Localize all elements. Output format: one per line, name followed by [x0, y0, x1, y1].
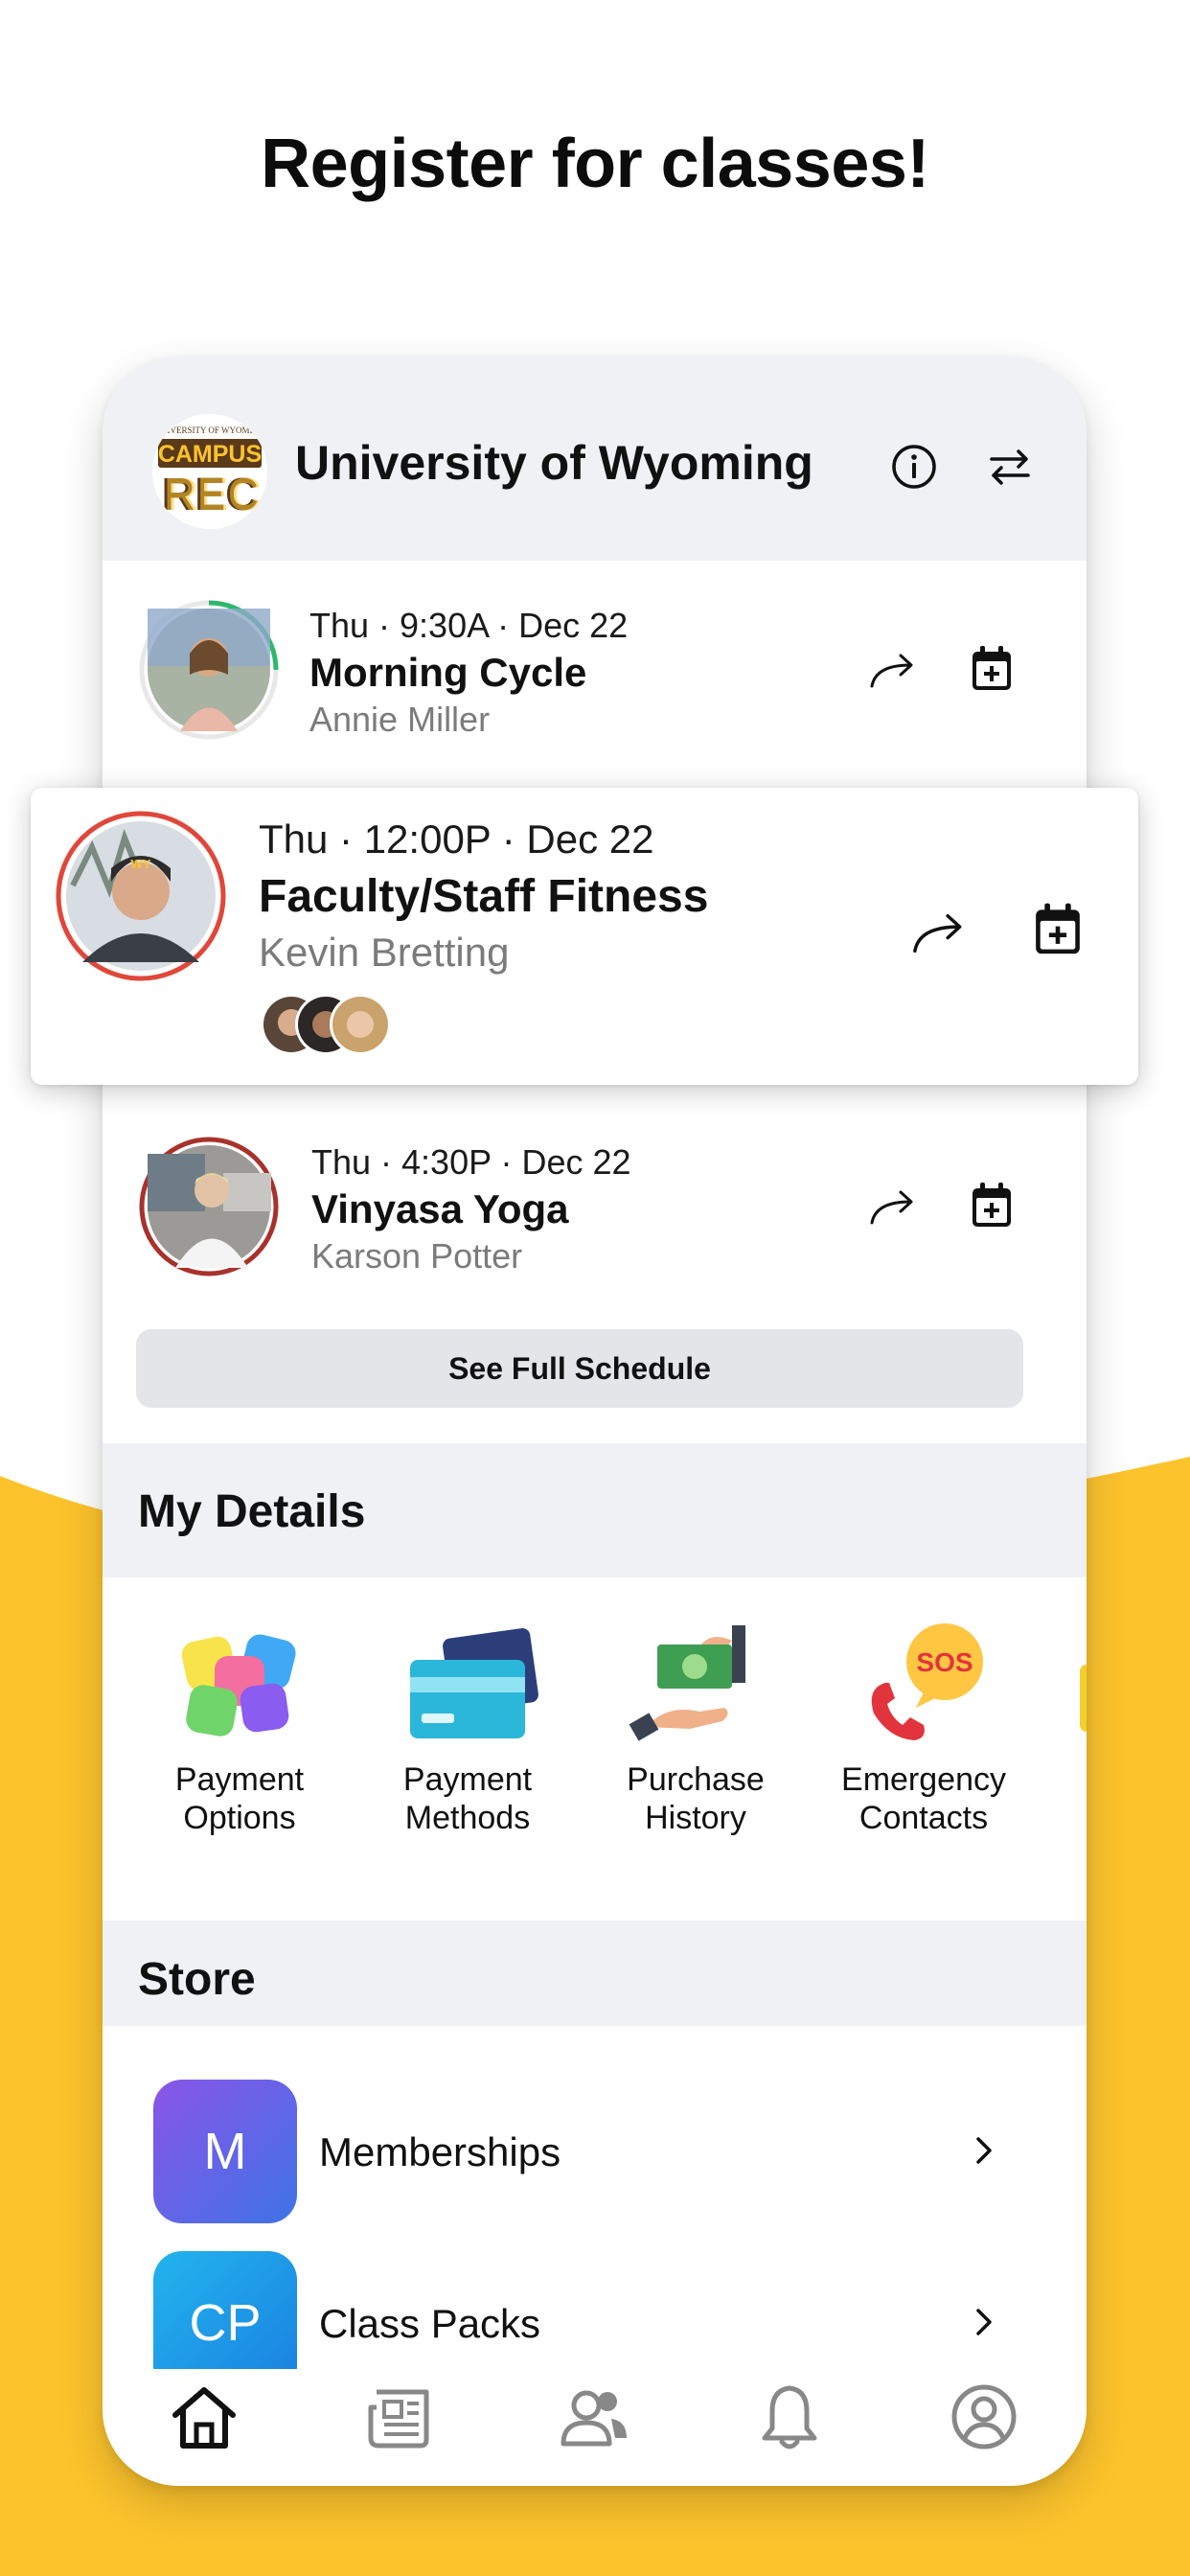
detail-label-line1: Payment — [402, 1761, 533, 1798]
store-item-label: Class Packs — [319, 2301, 541, 2346]
people-icon[interactable] — [556, 2379, 632, 2455]
add-to-calendar-icon[interactable] — [965, 642, 1018, 696]
add-to-calendar-icon[interactable] — [965, 1179, 1018, 1232]
add-to-calendar-icon[interactable] — [1027, 899, 1088, 960]
payment-options-icon — [181, 1634, 296, 1736]
campus-rec-logo: UNIVERSITY OF WYOMING CAMPUS REC REC — [152, 414, 267, 529]
class-instructor: Karson Potter — [311, 1236, 523, 1276]
svg-text:CAMPUS: CAMPUS — [158, 441, 262, 468]
class-name: Vinyasa Yoga — [311, 1186, 569, 1231]
class-instructor: Kevin Bretting — [259, 930, 510, 975]
section-title: Store — [138, 1954, 256, 2005]
detail-label-line1: Emergency — [841, 1761, 1006, 1798]
my-details-header: My Details — [103, 1443, 1087, 1577]
sos-phone-icon: SOS — [871, 1623, 983, 1740]
svg-text:REC: REC — [164, 470, 261, 520]
news-icon[interactable] — [361, 2379, 438, 2455]
instructor-avatar: WY — [56, 811, 226, 981]
org-name: University of Wyoming — [295, 436, 813, 490]
detail-label-line1: Purchase — [627, 1761, 765, 1798]
detail-label-line2: Contacts — [858, 1800, 989, 1836]
class-name: Morning Cycle — [309, 650, 587, 695]
instructor-avatar — [139, 1137, 279, 1276]
info-icon[interactable] — [888, 441, 940, 493]
store-header: Store — [103, 1920, 1087, 2026]
class-time: Thu · 12:00P · Dec 22 — [259, 816, 654, 862]
headline: Register for classes! — [261, 126, 929, 202]
store-item-class-packs[interactable]: CP Class Packs — [103, 2251, 1087, 2369]
detail-label-line2: Options — [183, 1800, 296, 1836]
class-time: Thu · 9:30A · Dec 22 — [309, 606, 629, 645]
share-icon[interactable] — [866, 644, 920, 698]
section-title: My Details — [138, 1486, 366, 1537]
emergency-contacts-item[interactable]: SOS Emergency Contacts — [818, 1622, 1029, 1837]
switch-icon[interactable] — [984, 441, 1036, 493]
bell-icon[interactable] — [751, 2379, 828, 2455]
profile-icon[interactable] — [946, 2379, 1022, 2455]
detail-label-line1: Payment — [174, 1761, 305, 1798]
see-full-schedule-button[interactable]: See Full Schedule — [136, 1329, 1023, 1408]
store-item-label: Memberships — [319, 2129, 561, 2174]
instructor-avatar — [139, 600, 279, 740]
tab-bar — [103, 2369, 1087, 2486]
store-badge: M — [153, 2080, 297, 2223]
share-icon[interactable] — [866, 1181, 920, 1234]
detail-label-line2: Methods — [404, 1800, 531, 1836]
class-row-morning-cycle[interactable]: Thu · 9:30A · Dec 22 Morning Cycle Annie… — [103, 577, 1087, 759]
detail-label-line2: History — [645, 1800, 746, 1836]
credit-card-icon — [410, 1628, 538, 1738]
class-time: Thu · 4:30P · Dec 22 — [311, 1142, 631, 1182]
scroll-hint-icon — [1080, 1665, 1087, 1732]
chevron-right-icon — [976, 2137, 992, 2164]
share-icon[interactable] — [908, 903, 970, 964]
store-item-memberships[interactable]: M Memberships — [103, 2080, 1087, 2242]
svg-text:SOS: SOS — [916, 1647, 973, 1677]
money-hand-icon — [629, 1625, 745, 1741]
svg-text:WY: WY — [131, 857, 151, 871]
app-header: UNIVERSITY OF WYOMING CAMPUS REC REC Uni… — [103, 356, 1087, 561]
home-icon[interactable] — [166, 2379, 242, 2455]
purchase-history-item[interactable]: Purchase History — [590, 1622, 801, 1837]
class-row-faculty-staff-fitness[interactable]: WY Thu · 12:00P · Dec 22 Faculty/Staff F… — [31, 788, 1138, 1085]
payment-methods-item[interactable]: Payment Methods — [362, 1622, 573, 1837]
store-badge: CP — [153, 2251, 297, 2369]
class-name: Faculty/Staff Fitness — [259, 871, 709, 922]
class-instructor: Annie Miller — [309, 700, 491, 739]
phone-frame: UNIVERSITY OF WYOMING CAMPUS REC REC Uni… — [103, 356, 1087, 2486]
class-row-vinyasa-yoga[interactable]: Thu · 4:30P · Dec 22 Vinyasa Yoga Karson… — [103, 1114, 1087, 1296]
payment-options-item[interactable]: Payment Options — [134, 1622, 345, 1837]
svg-text:UNIVERSITY OF WYOMING: UNIVERSITY OF WYOMING — [155, 426, 265, 435]
attendee-avatars — [259, 991, 393, 1058]
chevron-right-icon — [976, 2309, 992, 2335]
